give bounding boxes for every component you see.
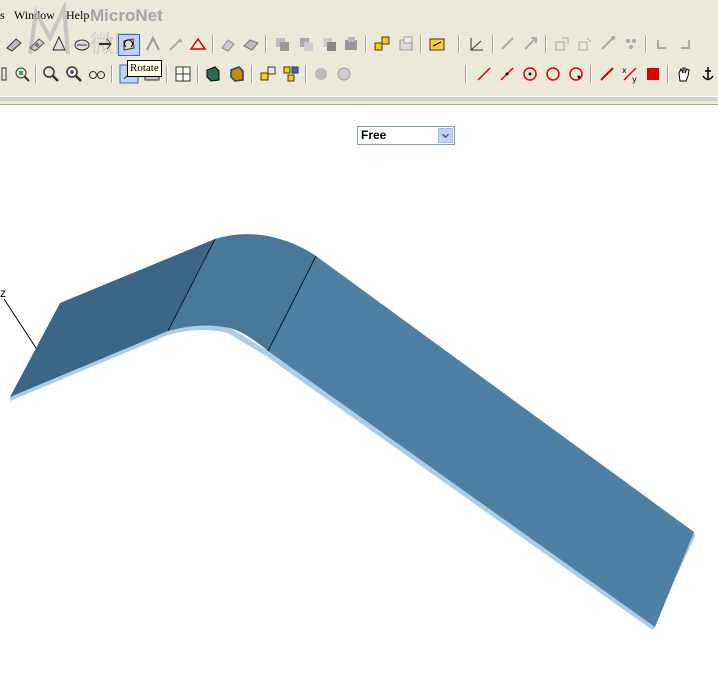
arc-icon[interactable] <box>566 64 586 84</box>
toolbar-bottom-edge <box>0 96 718 101</box>
symmetry-icon[interactable] <box>521 34 541 54</box>
shell-icon[interactable] <box>218 34 238 54</box>
boolean-add-icon[interactable] <box>272 34 292 54</box>
toolbar-separator <box>111 65 113 83</box>
sketch-icon[interactable] <box>427 34 447 54</box>
menu-tools-partial[interactable]: s <box>0 8 5 23</box>
toolbar-separator <box>545 35 547 53</box>
material-icon[interactable] <box>311 64 331 84</box>
stop-icon[interactable] <box>643 64 663 84</box>
dimension-icon[interactable]: xy <box>620 64 640 84</box>
thread-icon[interactable] <box>95 34 115 54</box>
zoom-box-icon[interactable] <box>12 64 32 84</box>
draft-icon[interactable] <box>166 34 186 54</box>
swap-visible-space-icon[interactable] <box>281 64 301 84</box>
boolean-union-icon[interactable] <box>341 34 361 54</box>
translate-icon[interactable] <box>498 34 518 54</box>
multi-view-icon[interactable] <box>173 64 193 84</box>
mirror-icon[interactable] <box>143 34 163 54</box>
pad-icon[interactable] <box>4 34 24 54</box>
toolbar-area: s Window Help 微网 MicroNet Free x y Rotat… <box>0 0 718 145</box>
z-axis-label: z <box>0 286 6 300</box>
svg-text:y: y <box>632 75 637 84</box>
pattern-icon[interactable] <box>598 34 618 54</box>
cone-icon[interactable] <box>49 34 69 54</box>
toolbar-separator <box>492 35 494 53</box>
zoom-icon[interactable] <box>41 64 61 84</box>
axis-system-icon[interactable] <box>467 34 487 54</box>
part-face-main <box>268 256 694 627</box>
toolbar-row-2: Free xy <box>0 62 718 145</box>
pocket-icon[interactable] <box>27 34 47 54</box>
zoom-in-icon[interactable] <box>64 64 84 84</box>
redo-icon[interactable] <box>675 34 695 54</box>
circle-center-icon[interactable] <box>520 64 540 84</box>
circle-icon[interactable] <box>543 64 563 84</box>
texture-icon[interactable] <box>334 64 354 84</box>
toolbar-separator <box>197 65 199 83</box>
stiffener-icon[interactable] <box>188 34 208 54</box>
anchor-icon[interactable] <box>698 64 718 84</box>
3d-viewport[interactable] <box>0 104 718 674</box>
rotate-button[interactable] <box>118 34 140 56</box>
toolbar-separator <box>420 35 422 53</box>
toolbar-separator <box>590 65 592 83</box>
toolbar-separator <box>166 65 168 83</box>
affinity-icon[interactable] <box>575 34 595 54</box>
geometrical-set-icon[interactable] <box>372 34 392 54</box>
toolbar-separator <box>212 35 214 53</box>
rotate-tooltip: Rotate <box>127 60 162 77</box>
boolean-intersect-icon[interactable] <box>319 34 339 54</box>
scaling-icon[interactable] <box>552 34 572 54</box>
sheet-metal-part[interactable] <box>10 234 695 631</box>
watermark-text: MicroNet <box>90 6 163 25</box>
body-insert-icon[interactable] <box>396 34 416 54</box>
undo-icon[interactable] <box>652 34 672 54</box>
thickness-icon[interactable] <box>241 34 261 54</box>
shading-edges-icon[interactable] <box>227 64 247 84</box>
toolbar-separator <box>265 35 267 53</box>
toolbar-separator <box>305 65 307 83</box>
svg-text:x: x <box>622 66 627 75</box>
glasses-icon[interactable] <box>87 64 107 84</box>
toolbar-separator <box>667 65 669 83</box>
toolbar-separator <box>645 35 647 53</box>
hand-pan-icon[interactable] <box>674 64 694 84</box>
shading-icon[interactable] <box>203 64 223 84</box>
toolbar-separator <box>365 35 367 53</box>
z-axis-line <box>3 298 39 352</box>
line-point-icon[interactable] <box>497 64 517 84</box>
toolbar-row-1 <box>0 32 718 58</box>
hole-icon[interactable] <box>72 34 92 54</box>
construction-line-icon[interactable] <box>597 64 617 84</box>
line-icon[interactable] <box>474 64 494 84</box>
toolbar-separator <box>35 65 37 83</box>
hide-show-icon[interactable] <box>258 64 278 84</box>
boolean-remove-icon[interactable] <box>296 34 316 54</box>
toolbar-separator <box>465 65 467 83</box>
toolbar-separator <box>251 65 253 83</box>
circular-pattern-icon[interactable] <box>621 34 641 54</box>
toolbar-separator <box>458 35 460 53</box>
